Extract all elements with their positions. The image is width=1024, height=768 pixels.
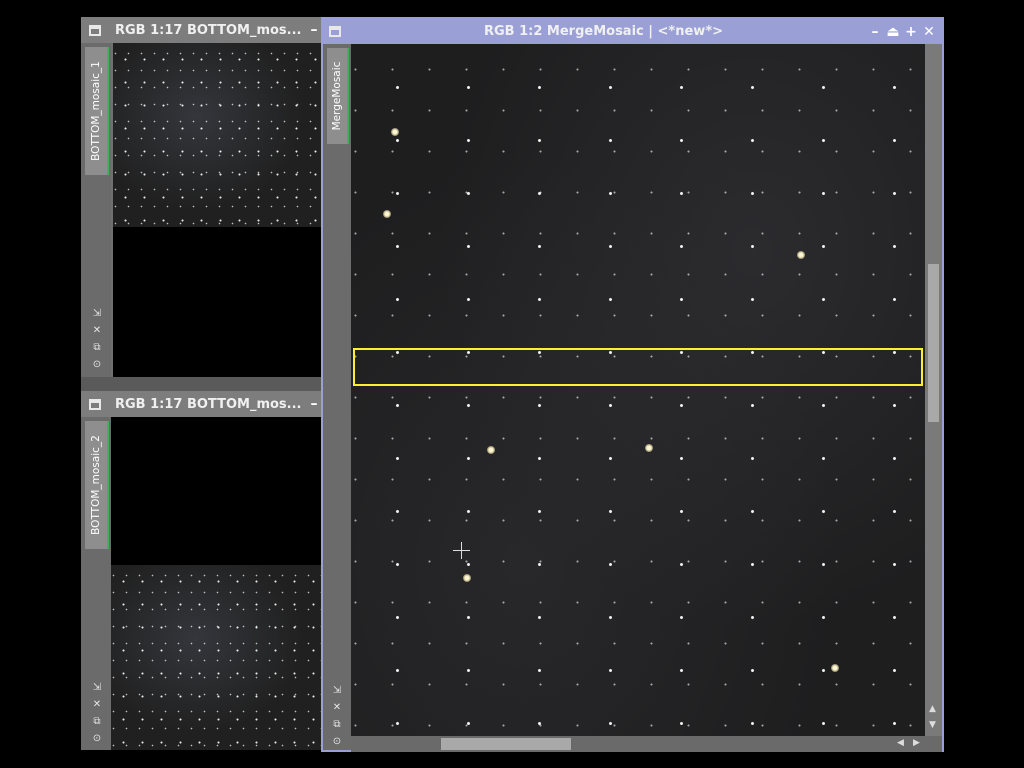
window-icon[interactable] <box>89 398 101 410</box>
window-title: RGB 1:17 BOTTOM_mos... <box>115 396 302 412</box>
zoom-fit-icon[interactable]: ⇲ <box>327 684 347 698</box>
window-titlebar[interactable]: RGB 1:17 BOTTOM_mos... – <box>81 17 323 43</box>
horizontal-scrollbar-thumb[interactable] <box>441 738 571 750</box>
image-empty-area <box>111 417 323 565</box>
window-titlebar[interactable]: RGB 1:17 BOTTOM_mos... – <box>81 391 323 417</box>
scroll-right-arrow[interactable]: ▶ <box>913 738 920 748</box>
window-icon[interactable] <box>329 26 341 37</box>
window-icon[interactable] <box>89 24 101 36</box>
crosshair-cursor <box>453 542 470 559</box>
target-icon[interactable]: ⊙ <box>87 358 107 372</box>
star <box>797 251 805 259</box>
star <box>645 444 653 452</box>
side-panel: BOTTOM_mosaic_2 ⇲ ✕ ⧉ ⊙ <box>81 417 111 750</box>
side-panel: MergeMosaic ⇲ ✕ ⧉ ⊙ <box>323 44 351 750</box>
crosshair-icon[interactable]: ✕ <box>327 701 347 715</box>
selection-rectangle[interactable] <box>353 348 923 386</box>
minimize-icon[interactable]: – <box>866 24 884 40</box>
vertical-scrollbar[interactable]: ▲ ▼ <box>925 44 942 736</box>
clone-icon[interactable]: ⧉ <box>87 715 107 729</box>
target-icon[interactable]: ⊙ <box>327 735 347 749</box>
image-preview[interactable] <box>113 43 323 227</box>
image-tab-bottom-mosaic-1[interactable]: BOTTOM_mosaic_1 <box>85 47 109 175</box>
star <box>487 446 495 454</box>
star <box>383 210 391 218</box>
image-window-bottom-mosaic-2[interactable]: RGB 1:17 BOTTOM_mos... – BOTTOM_mosaic_2… <box>81 391 323 750</box>
target-icon[interactable]: ⊙ <box>87 732 107 746</box>
zoom-fit-icon[interactable]: ⇲ <box>87 307 107 321</box>
crosshair-icon[interactable]: ✕ <box>87 324 107 338</box>
image-tab-label: MergeMosaic <box>331 61 343 131</box>
star <box>391 128 399 136</box>
image-window-bottom-mosaic-1[interactable]: RGB 1:17 BOTTOM_mos... – BOTTOM_mosaic_1… <box>81 17 323 377</box>
vertical-scrollbar-thumb[interactable] <box>928 264 939 422</box>
window-titlebar[interactable]: RGB 1:2 MergeMosaic | <*new*> – ⏏ + ✕ <box>323 19 942 44</box>
zoom-fit-icon[interactable]: ⇲ <box>87 681 107 695</box>
window-separator <box>81 377 323 391</box>
star <box>831 664 839 672</box>
shade-icon[interactable]: ⏏ <box>884 24 902 40</box>
clone-icon[interactable]: ⧉ <box>87 341 107 355</box>
window-title: RGB 1:17 BOTTOM_mos... <box>115 22 302 38</box>
image-preview[interactable] <box>111 565 323 750</box>
image-empty-area <box>113 227 323 377</box>
star <box>463 574 471 582</box>
horizontal-scrollbar[interactable]: ◀ ▶ <box>351 736 942 752</box>
crosshair-icon[interactable]: ✕ <box>87 698 107 712</box>
image-tab-label: BOTTOM_mosaic_1 <box>90 61 102 161</box>
scroll-down-arrow[interactable]: ▼ <box>929 720 936 730</box>
image-tab-label: BOTTOM_mosaic_2 <box>90 435 102 535</box>
scroll-up-arrow[interactable]: ▲ <box>929 704 936 714</box>
image-window-mergemosaic[interactable]: RGB 1:2 MergeMosaic | <*new*> – ⏏ + ✕ Me… <box>321 17 944 752</box>
scroll-left-arrow[interactable]: ◀ <box>897 738 904 748</box>
image-tab-bottom-mosaic-2[interactable]: BOTTOM_mosaic_2 <box>85 421 109 549</box>
maximize-icon[interactable]: + <box>902 24 920 40</box>
close-icon[interactable]: ✕ <box>920 24 938 40</box>
side-panel: BOTTOM_mosaic_1 ⇲ ✕ ⧉ ⊙ <box>81 43 111 377</box>
clone-icon[interactable]: ⧉ <box>327 718 347 732</box>
window-title: RGB 1:2 MergeMosaic | <*new*> <box>483 24 724 39</box>
image-tab-mergemosaic[interactable]: MergeMosaic <box>327 48 349 144</box>
image-canvas[interactable] <box>351 44 925 736</box>
